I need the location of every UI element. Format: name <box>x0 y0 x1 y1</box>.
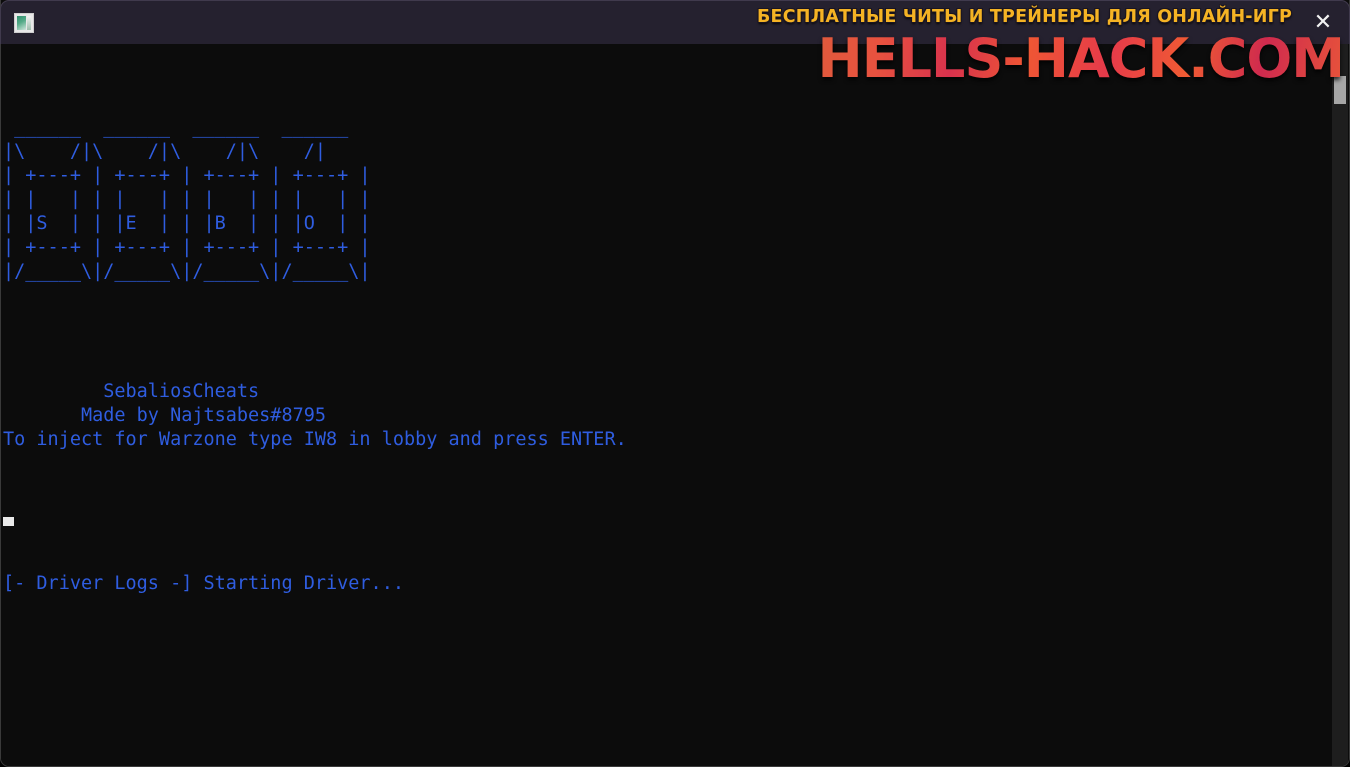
close-button[interactable]: ✕ <box>1297 1 1349 45</box>
window-title-bar[interactable]: ✕ <box>0 0 1350 44</box>
terminal-app-icon <box>14 13 34 33</box>
terminal-application-window: ______ ______ ______ ______ |\ /|\ /|\ /… <box>0 0 1350 767</box>
terminal-text-content: ______ ______ ______ ______ |\ /|\ /|\ /… <box>3 117 627 594</box>
close-icon: ✕ <box>1313 10 1333 35</box>
terminal-output-area[interactable]: ______ ______ ______ ______ |\ /|\ /|\ /… <box>1 44 1349 766</box>
vertical-scrollbar-thumb[interactable] <box>1334 76 1346 104</box>
vertical-scrollbar-track[interactable] <box>1332 44 1348 766</box>
window-frame: ______ ______ ______ ______ |\ /|\ /|\ /… <box>0 0 1350 767</box>
terminal-cursor <box>3 517 14 526</box>
